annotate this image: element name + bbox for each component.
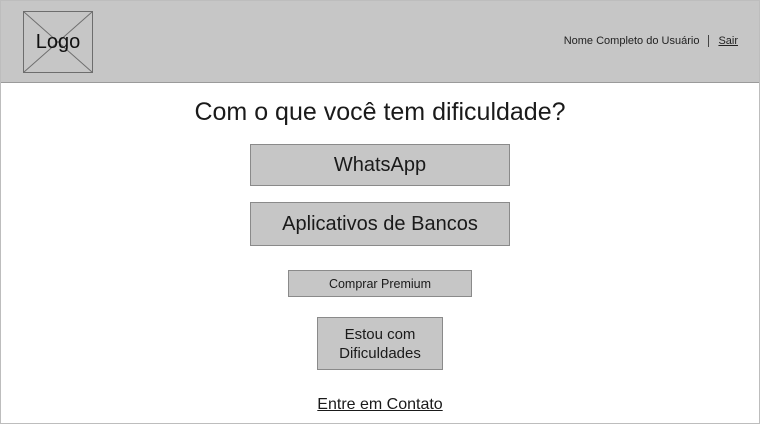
header: Logo Nome Completo do Usuário Sair: [1, 1, 759, 83]
bank-apps-button[interactable]: Aplicativos de Bancos: [250, 202, 510, 246]
user-name: Nome Completo do Usuário: [563, 35, 700, 47]
contact-link[interactable]: Entre em Contato: [317, 396, 442, 413]
logo[interactable]: Logo: [23, 11, 93, 73]
user-area: Nome Completo do Usuário Sair: [564, 35, 738, 47]
having-difficulties-button[interactable]: Estou com Dificuldades: [317, 317, 443, 370]
page: Logo Nome Completo do Usuário Sair Com o…: [0, 0, 760, 424]
page-title: Com o que você tem dificuldade?: [194, 98, 566, 126]
buy-premium-button[interactable]: Comprar Premium: [288, 270, 472, 297]
contact-area: Entre em Contato: [1, 396, 759, 414]
logout-link[interactable]: Sair: [718, 35, 738, 47]
whatsapp-button[interactable]: WhatsApp: [250, 144, 510, 186]
separator: [708, 35, 710, 47]
logo-label: Logo: [35, 30, 81, 53]
